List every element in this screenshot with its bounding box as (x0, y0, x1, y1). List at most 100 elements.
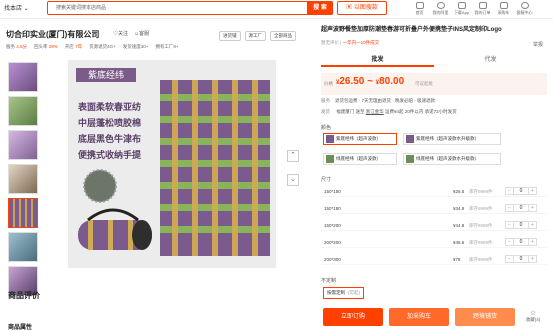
price-box: 价格 ¥26.50 ~ ¥80.00 可议起批 (321, 73, 547, 95)
color-label: 颜色 (321, 125, 332, 131)
star-icon: ☆ (529, 310, 537, 317)
minus-button[interactable]: − (505, 238, 514, 246)
dropship-button[interactable]: 跨境铺货 (455, 308, 515, 326)
price-label: 价格 (324, 81, 333, 86)
shop-rating: 4.5分 (16, 44, 28, 49)
thumbnail-selected[interactable] (8, 198, 38, 228)
custom-option[interactable]: 按需定制 (可起) (323, 287, 364, 299)
feature-text-1: 表面柔软春亚纺 (77, 101, 141, 113)
add-to-cart-button[interactable]: 加采购车 (389, 308, 449, 326)
plus-button[interactable]: + (528, 187, 537, 195)
quantity-input[interactable]: 0 (514, 187, 528, 195)
quantity-input[interactable]: 0 (514, 255, 528, 263)
tab-wholesale[interactable]: 批发 (321, 55, 434, 67)
quantity-input[interactable]: 0 (514, 238, 528, 246)
user-icon (436, 2, 445, 9)
size-row: 200*200 ¥46.6 库存9999件 −0 + (321, 237, 547, 248)
nav-cart[interactable]: 采购车 (493, 2, 514, 16)
color-option[interactable]: 绿底经纬（超声波款） (323, 153, 397, 165)
reviews-title: 商品评价 (8, 291, 40, 300)
main-product-image[interactable]: 紫底经纬 表面柔软春亚纺 中层蓬松喷胶棉 底层黑色牛津布 便携式收纳手提 (68, 60, 276, 268)
image-search-button[interactable]: ▣ 以图搜款 (337, 1, 387, 15)
headset-icon (520, 2, 529, 9)
top-bar: 找本店 ⌄ 搜索关键词搜本店商品 搜 索 ▣ 以图搜款 首页 我的阿里 下载Ap… (0, 0, 553, 19)
product-rating: 暂无评价 | 一年内一10件成交 (321, 40, 380, 45)
nav-my-alibaba[interactable]: 我的阿里 (430, 2, 451, 16)
minus-button[interactable]: − (505, 187, 514, 195)
report-link[interactable]: 举报 (533, 41, 543, 48)
tab-dropship[interactable]: 代发 (434, 55, 547, 67)
swatch-icon (406, 135, 414, 143)
product-illustration: 紫底经纬 表面柔软春亚纺 中层蓬松喷胶棉 底层黑色牛津布 便携式收纳手提 (68, 60, 276, 268)
price-note: 可议起批 (415, 81, 433, 86)
size-row: 200*300 ¥78 库存9999件 −0 + (321, 254, 547, 265)
shop-actions: ♡关注 ☺客服 (113, 30, 149, 37)
thumbnail[interactable] (8, 130, 38, 160)
top-nav: 首页 我的阿里 下载App 我的订单 采购车 客服中心 (409, 2, 535, 16)
nav-home[interactable]: 首页 (409, 2, 430, 16)
thumbnail[interactable] (8, 62, 38, 92)
product-title: 超声波野餐垫加厚防潮垫春游可折叠户外便携垫子INS风定制印Logo (321, 27, 502, 33)
plus-button[interactable]: + (528, 255, 537, 263)
quantity-stepper[interactable]: −0 + (505, 187, 537, 195)
gallery-down-arrow[interactable]: ⌄ (287, 174, 299, 186)
tag-jinhuopu[interactable]: 进货铺 (219, 31, 241, 41)
service-row: 服务 退货包运费 · 7天无理由退货 · 晚发必赔 · 极速退款 (321, 98, 435, 103)
follow-button[interactable]: ♡关注 (113, 30, 128, 37)
cart-icon (499, 2, 508, 9)
search-button[interactable]: 搜 索 (307, 1, 333, 15)
size-row: 150*150 ¥26.5 库存9999件 −0 + (321, 186, 547, 197)
home-icon (415, 2, 424, 9)
size-row: 150*200 ¥44.8 库存9999件 −0 + (321, 220, 547, 231)
plus-button[interactable]: + (528, 238, 537, 246)
nav-service[interactable]: 客服中心 (514, 2, 535, 16)
nav-my-orders[interactable]: 我的订单 (472, 2, 493, 16)
thumbnail-list (8, 62, 38, 300)
shipping-row: 发货 福建厦门 送至 浙江金华 运费¥4起 20件以内 承诺72小时发货 (321, 109, 457, 114)
collect-button[interactable]: ☆ 收藏(4) (525, 309, 541, 323)
quantity-stepper[interactable]: −0 + (505, 255, 537, 263)
tag-source-factory[interactable]: 源工厂 (244, 31, 266, 41)
minus-button[interactable]: − (505, 221, 514, 229)
camera-icon: ▣ (346, 5, 354, 11)
price-range: ¥26.50 ~ ¥80.00 (336, 76, 405, 87)
buy-now-button[interactable]: 立即订购 (323, 308, 383, 326)
color-option[interactable]: 绿底经纬（超声波款水升级款） (403, 153, 501, 165)
minus-button[interactable]: − (505, 204, 514, 212)
feature-text-2: 中层蓬松喷胶棉 (78, 117, 141, 129)
color-option[interactable]: 紫底经纬（超声波款水升级款） (403, 133, 501, 145)
quantity-stepper[interactable]: −0 + (505, 238, 537, 246)
shop-tags: 进货铺 源工厂 全部商品 (219, 31, 296, 41)
swatch-icon (406, 155, 414, 163)
product-info-panel: 超声波野餐垫加厚防潮垫春游可折叠户外便携垫子INS风定制印Logo 举报 暂无评… (316, 21, 553, 331)
search-input[interactable]: 搜索关键词搜本店商品 (56, 4, 106, 11)
phone-icon (457, 2, 466, 9)
swatch-icon (326, 155, 334, 163)
feature-text-3: 底层黑色牛津布 (78, 133, 141, 145)
search-box[interactable]: 搜索关键词搜本店商品 搜 索 (47, 1, 333, 15)
nav-download-app[interactable]: 下载App (451, 2, 472, 16)
headline-text: 紫底经纬 (88, 69, 124, 81)
shop-name[interactable]: 切合印实业(厦门)有限公司 (6, 29, 99, 40)
contact-button[interactable]: ☺客服 (134, 30, 149, 37)
ship-to-select[interactable]: 浙江金华 (366, 109, 384, 114)
purchase-tabs: 批发 代发 (321, 55, 547, 67)
gallery-up-arrow[interactable]: ⌃ (287, 150, 299, 162)
thumbnail[interactable] (8, 232, 38, 262)
shop-stats: 服务 4.5分 回头率 28% 开店 7年 货源退货4G+ 发货速度30+ 拥有… (6, 44, 179, 49)
minus-button[interactable]: − (505, 255, 514, 263)
thumbnail[interactable] (8, 96, 38, 126)
order-icon (478, 2, 487, 9)
quantity-stepper[interactable]: −0 + (505, 204, 537, 212)
quantity-stepper[interactable]: −0 + (505, 221, 537, 229)
plus-button[interactable]: + (528, 221, 537, 229)
size-row: 150*180 ¥34.8 库存9999件 −0 + (321, 203, 547, 214)
color-option-selected[interactable]: 紫底经纬（超声波款） (323, 133, 397, 145)
quantity-input[interactable]: 0 (514, 221, 528, 229)
quantity-input[interactable]: 0 (514, 204, 528, 212)
store-dropdown[interactable]: 找本店 ⌄ (4, 3, 29, 12)
all-products-button[interactable]: 全部商品 (270, 31, 296, 41)
plus-button[interactable]: + (528, 204, 537, 212)
swatch-icon (326, 135, 334, 143)
thumbnail[interactable] (8, 164, 38, 194)
